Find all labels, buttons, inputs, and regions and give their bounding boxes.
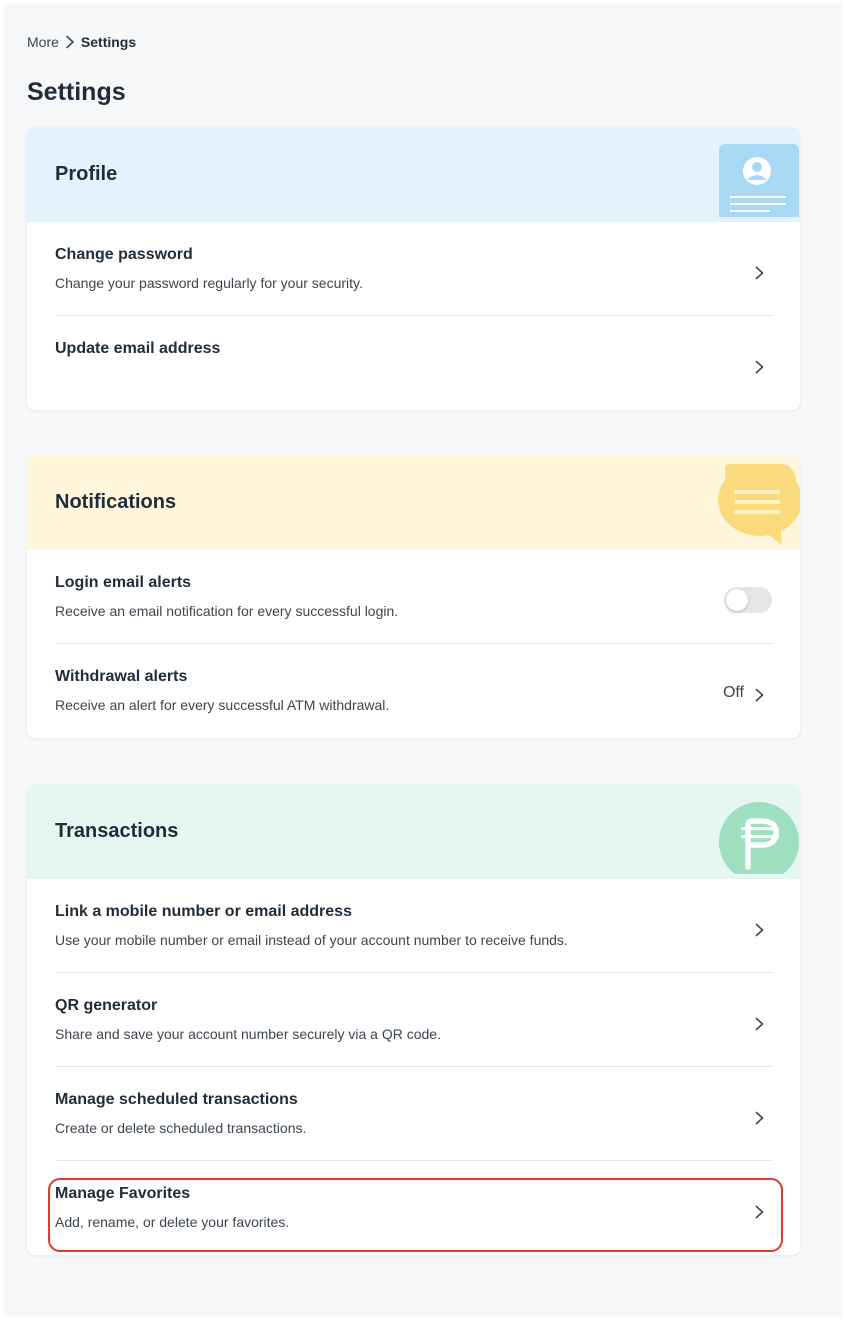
chevron-right-icon — [755, 266, 764, 285]
manage-scheduled-transactions-row[interactable]: Manage scheduled transactions Create or … — [55, 1067, 772, 1161]
notifications-card: Notifications Login email alerts Receive… — [27, 455, 800, 738]
peso-coin-icon — [690, 784, 800, 879]
login-email-alerts-title: Login email alerts — [55, 574, 192, 591]
notifications-section-title: Notifications — [55, 491, 177, 513]
transactions-card-header: Transactions — [27, 784, 800, 879]
page-title: Settings — [27, 78, 126, 106]
breadcrumb: More Settings — [27, 34, 136, 50]
withdrawal-alerts-title: Withdrawal alerts — [55, 668, 188, 685]
profile-card: Profile Change password Change your pass… — [27, 127, 800, 410]
link-mobile-email-row[interactable]: Link a mobile number or email address Us… — [55, 879, 772, 973]
manage-favorites-description: Add, rename, or delete your favorites. — [55, 1214, 290, 1230]
toggle-knob — [726, 589, 748, 611]
profile-card-icon — [690, 127, 800, 222]
login-email-alerts-toggle[interactable] — [724, 587, 772, 613]
update-email-title: Update email address — [55, 340, 221, 357]
notifications-card-header: Notifications — [27, 455, 800, 550]
chevron-right-icon — [755, 1111, 764, 1130]
transactions-section-title: Transactions — [55, 820, 179, 842]
withdrawal-alerts-row[interactable]: Withdrawal alerts Receive an alert for e… — [55, 644, 772, 738]
breadcrumb-current: Settings — [80, 34, 137, 50]
link-mobile-email-title: Link a mobile number or email address — [55, 903, 352, 920]
chat-bubble-icon — [670, 455, 800, 550]
change-password-description: Change your password regularly for your … — [55, 275, 363, 291]
chevron-right-icon — [755, 923, 764, 942]
withdrawal-alerts-description: Receive an alert for every successful AT… — [55, 697, 390, 713]
qr-generator-description: Share and save your account number secur… — [55, 1026, 441, 1042]
manage-favorites-title: Manage Favorites — [55, 1185, 191, 1202]
manage-favorites-row[interactable]: Manage Favorites Add, rename, or delete … — [55, 1161, 772, 1255]
login-email-alerts-description: Receive an email notification for every … — [55, 603, 399, 619]
change-password-row[interactable]: Change password Change your password reg… — [55, 222, 772, 316]
transactions-card: Transactions Link a mobile number or ema… — [27, 784, 800, 1255]
manage-scheduled-transactions-title: Manage scheduled transactions — [55, 1091, 298, 1108]
chevron-right-icon — [755, 1205, 764, 1224]
manage-scheduled-transactions-description: Create or delete scheduled transactions. — [55, 1120, 307, 1136]
chevron-right-icon — [755, 360, 764, 379]
breadcrumb-chevron-icon — [65, 35, 75, 49]
update-email-row[interactable]: Update email address — [55, 316, 772, 410]
qr-generator-row[interactable]: QR generator Share and save your account… — [55, 973, 772, 1067]
profile-section-title: Profile — [55, 163, 118, 185]
breadcrumb-more-link[interactable]: More — [27, 34, 59, 50]
qr-generator-title: QR generator — [55, 997, 158, 1014]
withdrawal-alerts-value: Off — [722, 684, 744, 701]
chevron-right-icon — [755, 1017, 764, 1036]
login-email-alerts-row: Login email alerts Receive an email noti… — [55, 550, 772, 644]
link-mobile-email-description: Use your mobile number or email instead … — [55, 932, 568, 948]
profile-card-header: Profile — [27, 127, 800, 222]
change-password-title: Change password — [55, 246, 193, 263]
settings-page: More Settings Settings Profile Change pa… — [4, 4, 842, 1316]
chevron-right-icon — [755, 688, 764, 707]
